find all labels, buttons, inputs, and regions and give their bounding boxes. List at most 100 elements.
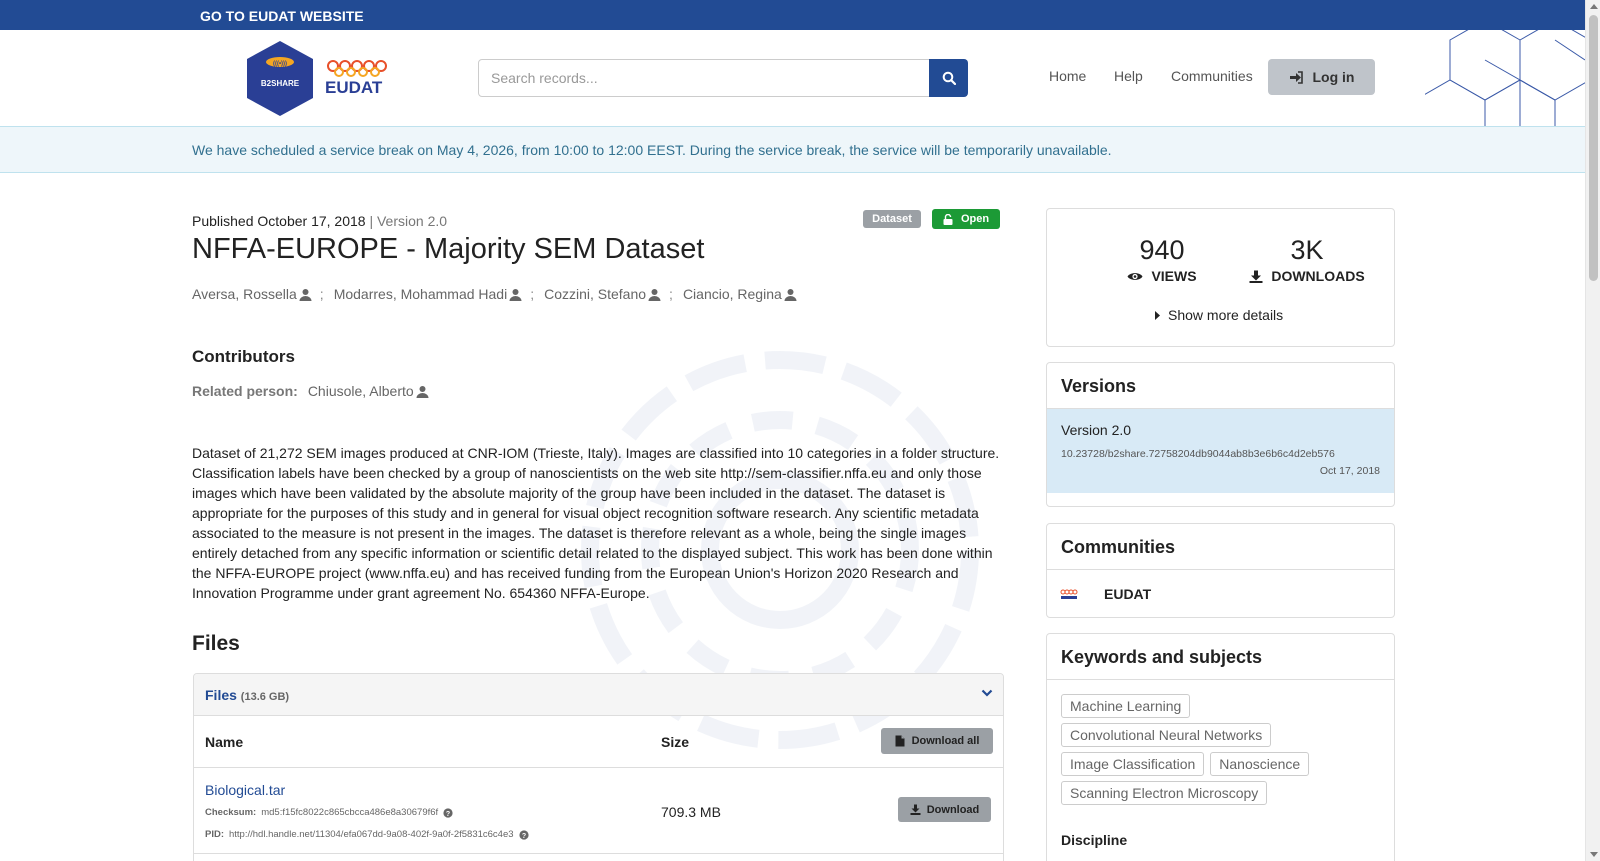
nav-communities[interactable]: Communities [1171, 68, 1253, 84]
authors-list: Aversa, Rossella ; Modarres, Mohammad Ha… [192, 286, 797, 302]
login-button[interactable]: Log in [1268, 59, 1375, 95]
publish-info: Published October 17, 2018 | Version 2.0 [192, 213, 447, 229]
author-name: Modarres, Mohammad Hadi [333, 286, 508, 302]
author[interactable]: Cozzini, Stefano [544, 286, 661, 302]
keyword-tag[interactable]: Scanning Electron Microscopy [1061, 781, 1268, 805]
file-pid: PID: http://hdl.handle.net/11304/efa067d… [205, 829, 529, 840]
show-more-details[interactable]: Show more details [1155, 307, 1283, 323]
download-all-label: Download all [911, 735, 980, 747]
keywords-heading: Keywords and subjects [1047, 634, 1394, 680]
user-icon [299, 288, 312, 301]
search-input[interactable] [478, 59, 930, 97]
table-row: Biological.tar Checksum: md5:f15fc8022c8… [194, 768, 1003, 854]
keyword-tag[interactable]: Nanoscience [1210, 752, 1310, 776]
sign-in-icon [1289, 70, 1303, 84]
published-date: Published October 17, 2018 [192, 213, 366, 229]
header: (((•))) B2SHARE EUDAT Home Help Communit… [0, 30, 1585, 126]
svg-text:EUDAT: EUDAT [325, 78, 383, 96]
file-icon [895, 735, 905, 747]
checksum-value: md5:f15fc8022c865cbcca486e8a30679f6f [261, 807, 439, 818]
show-more-label: Show more details [1168, 307, 1284, 323]
author-name: Cozzini, Stefano [544, 286, 647, 302]
question-circle-icon[interactable]: ? [518, 829, 529, 840]
version-doi: 10.23728/b2share.72758204db9044ab8b3e6b6… [1061, 448, 1335, 460]
svg-text:(((•))): (((•))) [273, 61, 287, 67]
downloads-label: DOWNLOADS [1271, 268, 1365, 284]
author[interactable]: Ciancio, Regina [683, 286, 797, 302]
search-icon [942, 71, 956, 85]
service-notice-text: We have scheduled a service break on May… [192, 142, 1112, 158]
keywords-card: Keywords and subjects Machine Learning C… [1046, 633, 1395, 861]
download-button[interactable]: Download [898, 797, 991, 822]
versions-heading: Versions [1047, 363, 1394, 409]
lock-open-icon [943, 213, 953, 225]
download-icon [910, 804, 921, 815]
pid-value: http://hdl.handle.net/11304/efa067dd-9a0… [229, 829, 514, 840]
nav-help[interactable]: Help [1114, 68, 1143, 84]
service-notice: We have scheduled a service break on May… [0, 126, 1585, 173]
user-icon [416, 385, 429, 398]
views-label: VIEWS [1151, 268, 1197, 284]
scroll-down-arrow[interactable] [1590, 852, 1598, 857]
keyword-tag[interactable]: Convolutional Neural Networks [1061, 723, 1272, 747]
dataset-badge: Dataset [863, 210, 921, 228]
user-icon [509, 288, 522, 301]
scroll-up-arrow[interactable] [1590, 4, 1598, 9]
open-access-label: Open [960, 213, 990, 225]
versions-card: Versions Version 2.0 10.23728/b2share.72… [1046, 362, 1395, 507]
open-access-badge: Open [932, 209, 1000, 229]
contributor-name: Chiusole, Alberto [307, 383, 414, 399]
record-title: NFFA-EUROPE - Majority SEM Dataset [192, 233, 705, 265]
community-item[interactable]: EUDAT [1047, 570, 1394, 617]
files-heading: Files [192, 632, 240, 655]
version-date: Oct 17, 2018 [1319, 465, 1380, 477]
author[interactable]: Modarres, Mohammad Hadi [334, 286, 523, 302]
stats-card: 940 VIEWS 3K DOWNLOADS Show more details [1046, 208, 1395, 347]
author-name: Aversa, Rossella [192, 286, 297, 302]
files-panel-header[interactable]: Files (13.6 GB) [194, 674, 1003, 716]
communities-card: Communities EUDAT [1046, 523, 1395, 618]
keyword-tag[interactable]: Machine Learning [1061, 694, 1191, 718]
file-link[interactable]: Biological.tar [205, 782, 285, 798]
related-person-label: Related person: [192, 383, 298, 399]
eudat-community-logo-icon [1060, 589, 1078, 599]
svg-text:?: ? [521, 833, 525, 840]
pid-label: PID: [205, 829, 224, 840]
eudat-logo-icon[interactable]: EUDAT [325, 58, 387, 96]
files-panel-label: Files [205, 687, 237, 703]
search-button[interactable] [929, 59, 968, 97]
user-icon [784, 288, 797, 301]
question-circle-icon[interactable]: ? [443, 807, 453, 818]
record-description: Dataset of 21,272 SEM images produced at… [192, 445, 1000, 601]
scroll-thumb[interactable] [1589, 15, 1598, 281]
downloads-count: 3K [1290, 235, 1324, 265]
keyword-tag[interactable]: Image Classification [1061, 752, 1205, 776]
chevron-down-icon[interactable] [981, 688, 993, 698]
login-label: Log in [1312, 69, 1355, 85]
author-separator: ; [530, 286, 535, 302]
nav-home[interactable]: Home [1049, 68, 1086, 84]
downloads-stat: 3K DOWNLOADS [1237, 235, 1377, 284]
author-separator: ; [319, 286, 324, 302]
download-icon [1249, 270, 1263, 283]
caret-right-icon [1155, 310, 1160, 320]
page-scrollbar[interactable] [1585, 0, 1600, 861]
files-panel-title: Files (13.6 GB) [205, 687, 289, 703]
file-checksum: Checksum: md5:f15fc8022c865cbcca486e8a30… [205, 807, 453, 818]
column-name: Name [205, 734, 244, 750]
hex-logo-text: B2SHARE [261, 79, 300, 88]
eudat-website-link[interactable]: GO TO EUDAT WEBSITE [200, 8, 364, 24]
version-info: | Version 2.0 [369, 213, 448, 229]
related-person-name[interactable]: Chiusole, Alberto [308, 383, 429, 399]
author[interactable]: Aversa, Rossella [192, 286, 312, 302]
version-item[interactable]: Version 2.0 10.23728/b2share.72758204db9… [1047, 409, 1394, 493]
download-all-button[interactable]: Download all [881, 728, 993, 754]
files-panel: Files (13.6 GB) Name Size Download all B… [193, 673, 1004, 861]
hex-pattern-decoration [1425, 30, 1585, 126]
top-bar: GO TO EUDAT WEBSITE [0, 0, 1585, 30]
hex-logo-icon[interactable]: (((•))) B2SHARE [246, 40, 314, 117]
version-label: Version 2.0 [1061, 422, 1132, 438]
contributors-heading: Contributors [192, 347, 295, 366]
files-total-size: (13.6 GB) [240, 691, 290, 703]
file-size: 709.3 MB [661, 804, 721, 820]
